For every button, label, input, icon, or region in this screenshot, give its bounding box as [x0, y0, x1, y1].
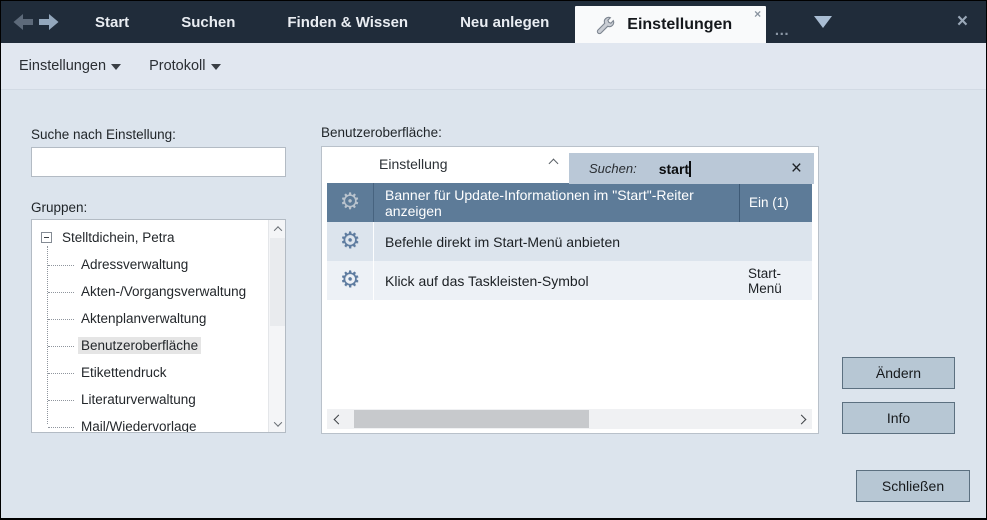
tree-branch-line [48, 427, 74, 428]
active-tab-label: Einstellungen [627, 16, 732, 34]
text-cursor [689, 161, 691, 177]
table-row-klick-taskleiste[interactable]: ⚙ Klick auf das Taskleisten-Symbol Start… [327, 261, 812, 300]
tree-item-aktenplanverwaltung[interactable]: Aktenplanverwaltung [32, 305, 268, 332]
tree-item-adressverwaltung[interactable]: Adressverwaltung [32, 251, 268, 278]
table-search-value[interactable]: start [659, 161, 691, 177]
tree-branch-line [48, 265, 74, 266]
setting-name: Befehle direkt im Start-Menü anbieten [385, 234, 620, 250]
tab-einstellungen-active[interactable]: Einstellungen × [575, 6, 766, 43]
back-arrow-icon[interactable] [13, 13, 34, 31]
table-rows: ⚙ Banner für Update-Informationen im "St… [327, 183, 812, 300]
groups-label: Gruppen: [31, 200, 87, 215]
gear-icon: ⚙ [340, 230, 361, 253]
chevron-down-icon [111, 64, 121, 70]
tree-branch-line [48, 373, 74, 374]
wrench-icon [593, 14, 617, 38]
column-header-einstellung[interactable]: Einstellung [379, 156, 448, 172]
tree-item-mail-wiedervorlage[interactable]: Mail/Wiedervorlage [32, 413, 268, 433]
search-close-icon[interactable]: × [791, 160, 802, 178]
setting-icon-cell: ⚙ [327, 261, 373, 300]
search-setting-label: Suche nach Einstellung: [31, 127, 176, 142]
groups-tree: Stelltdichein, Petra Adressverwaltung Ak… [31, 219, 286, 433]
tab-start[interactable]: Start [69, 1, 155, 43]
tree-branch-line [48, 319, 74, 320]
tab-finden-wissen[interactable]: Finden & Wissen [261, 1, 434, 43]
scroll-up-icon[interactable] [269, 220, 286, 237]
setting-value: Ein (1) [749, 195, 789, 210]
table-search-label: Suchen: [589, 161, 637, 176]
tree-item-label: Literaturverwaltung [78, 391, 199, 408]
tree-item-akten-vorgangsverwaltung[interactable]: Akten-/Vorgangsverwaltung [32, 278, 268, 305]
horizontal-scrollbar-thumb[interactable] [354, 410, 589, 428]
tab-neu-anlegen[interactable]: Neu anlegen [434, 1, 575, 43]
menu-einstellungen-label: Einstellungen [19, 58, 106, 74]
setting-icon-cell: ⚙ [327, 222, 373, 261]
gear-icon: ⚙ [340, 191, 361, 214]
window-close-icon[interactable]: × [939, 11, 986, 33]
tab-list-dropdown-icon[interactable] [814, 16, 832, 28]
tree-scrollbar[interactable] [268, 220, 285, 432]
scroll-left-icon[interactable] [327, 409, 349, 429]
tree-item-literaturverwaltung[interactable]: Literaturverwaltung [32, 386, 268, 413]
sort-ascending-icon [549, 159, 559, 169]
tab-close-icon[interactable]: × [754, 8, 761, 20]
tree-item-etikettendruck[interactable]: Etikettendruck [32, 359, 268, 386]
scroll-right-icon[interactable] [790, 409, 812, 429]
content-area: Suche nach Einstellung: Gruppen: Stelltd… [1, 90, 986, 519]
forward-arrow-icon[interactable] [38, 13, 59, 31]
menu-protokoll-label: Protokoll [149, 58, 205, 74]
gear-icon: ⚙ [340, 269, 361, 292]
history-navigation [1, 1, 69, 43]
setting-icon-cell: ⚙ [327, 183, 373, 222]
settings-table: Einstellung Suchen: start × ⚙ Banner für… [321, 146, 819, 434]
search-setting-input[interactable] [31, 147, 286, 177]
tree-scrollbar-thumb[interactable] [270, 238, 285, 326]
tree-item-label: Akten-/Vorgangsverwaltung [78, 283, 249, 300]
aendern-button[interactable]: Ändern [842, 357, 955, 389]
menu-einstellungen[interactable]: Einstellungen [19, 58, 121, 74]
table-header[interactable]: Einstellung Suchen: start × [322, 147, 818, 183]
table-search-box[interactable]: Suchen: start × [569, 153, 814, 184]
tree-item-label: Mail/Wiedervorlage [78, 418, 200, 433]
table-section-label: Benutzeroberfläche: [321, 125, 442, 140]
tree-item-label: Adressverwaltung [78, 256, 191, 273]
info-button[interactable]: Info [842, 402, 955, 434]
menu-bar: Einstellungen Protokoll [1, 43, 986, 90]
setting-name: Banner für Update-Informationen im "Star… [385, 187, 739, 219]
schliessen-button[interactable]: Schließen [856, 470, 970, 502]
scroll-down-icon[interactable] [269, 415, 286, 432]
tree-item-label: Aktenplanverwaltung [78, 310, 209, 327]
tree-root-label: Stelltdichein, Petra [59, 229, 178, 246]
tree-root-item[interactable]: Stelltdichein, Petra [32, 224, 268, 251]
chevron-down-icon [211, 64, 221, 70]
setting-value: Start-Menü [748, 266, 812, 296]
tab-overflow-dots[interactable]: … [766, 22, 800, 43]
tree-item-benutzeroberflaeche-selected[interactable]: Benutzeroberfläche [32, 332, 268, 359]
collapse-minus-icon[interactable] [41, 232, 52, 243]
tree-branch-line [48, 346, 74, 347]
tree-branch-line [48, 292, 74, 293]
table-row-befehle-startmenu[interactable]: ⚙ Befehle direkt im Start-Menü anbieten [327, 222, 812, 261]
menu-protokoll[interactable]: Protokoll [149, 58, 220, 74]
tree-branch-line [48, 400, 74, 401]
tab-bar: Start Suchen Finden & Wissen Neu anlegen… [1, 1, 986, 43]
horizontal-scrollbar[interactable] [327, 409, 812, 429]
tree-item-label: Benutzeroberfläche [78, 337, 201, 354]
tab-suchen[interactable]: Suchen [155, 1, 261, 43]
setting-name: Klick auf das Taskleisten-Symbol [385, 273, 589, 289]
settings-window: Start Suchen Finden & Wissen Neu anlegen… [0, 0, 987, 520]
tree-item-label: Etikettendruck [78, 364, 170, 381]
table-row-banner-update[interactable]: ⚙ Banner für Update-Informationen im "St… [327, 183, 812, 222]
